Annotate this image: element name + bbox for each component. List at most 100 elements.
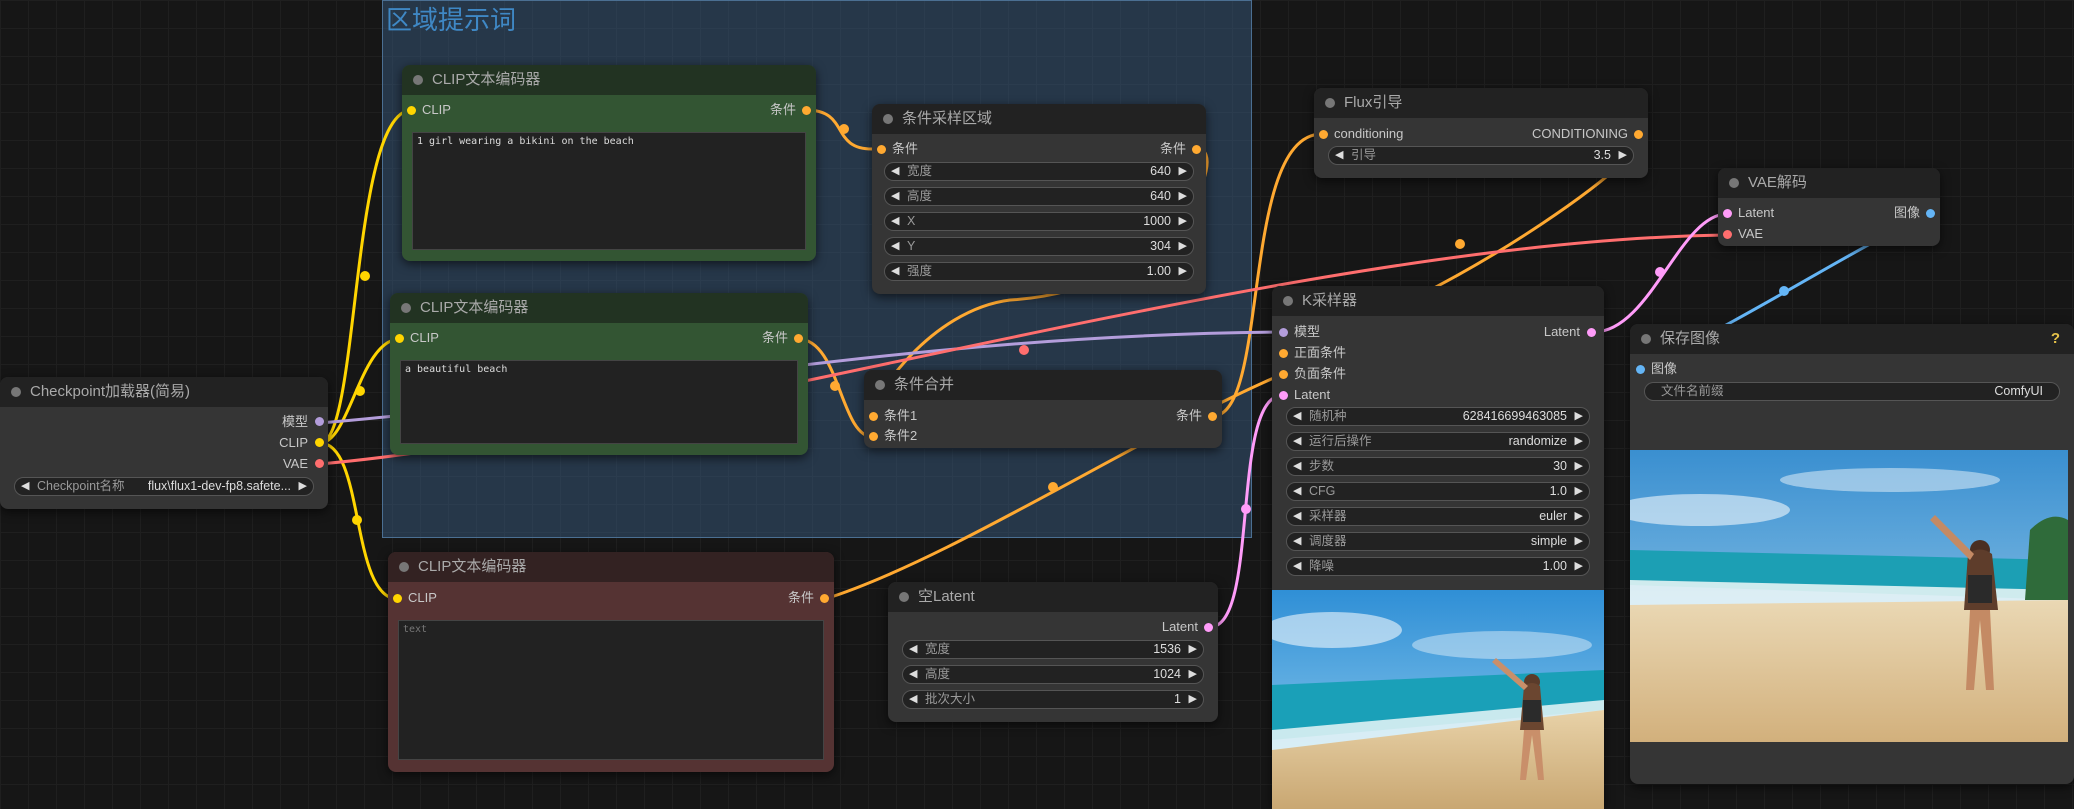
- input-vae-dot[interactable]: [1723, 230, 1732, 239]
- height-widget[interactable]: ◀ 高度 640 ▶: [884, 187, 1194, 206]
- x-widget[interactable]: ◀ X 1000 ▶: [884, 212, 1194, 231]
- output-latent[interactable]: Latent: [1162, 619, 1198, 635]
- sampler-widget[interactable]: ◀ 采样器 euler ▶: [1286, 507, 1590, 526]
- node-title[interactable]: CLIP文本编码器: [390, 293, 808, 323]
- help-icon[interactable]: ?: [2051, 324, 2060, 354]
- input-latent-dot[interactable]: [1723, 209, 1732, 218]
- steps-widget[interactable]: ◀ 步数 30 ▶: [1286, 457, 1590, 476]
- node-title[interactable]: 条件采样区域: [872, 104, 1206, 134]
- output-image-dot[interactable]: [1926, 209, 1935, 218]
- node-title[interactable]: CLIP文本编码器: [402, 65, 816, 95]
- arrow-right-icon[interactable]: ▶: [1189, 641, 1197, 658]
- output-clip[interactable]: CLIP: [279, 435, 308, 451]
- input-model-dot[interactable]: [1279, 328, 1288, 337]
- input-vae[interactable]: VAE: [1738, 226, 1763, 242]
- arrow-right-icon[interactable]: ▶: [299, 478, 307, 495]
- output-conditioning[interactable]: 条件: [762, 330, 788, 346]
- output-model[interactable]: 模型: [282, 414, 308, 430]
- prompt-textarea[interactable]: a beautiful beach: [400, 360, 798, 444]
- node-title[interactable]: Checkpoint加载器(简易): [0, 377, 328, 407]
- output-conditioning-dot[interactable]: [794, 334, 803, 343]
- width-widget[interactable]: ◀ 宽度 640 ▶: [884, 162, 1194, 181]
- arrow-right-icon[interactable]: ▶: [1189, 666, 1197, 683]
- input-conditioning-dot[interactable]: [877, 145, 886, 154]
- arrow-left-icon[interactable]: ◀: [909, 691, 917, 708]
- collapse-dot-icon[interactable]: [1325, 98, 1335, 108]
- collapse-dot-icon[interactable]: [413, 75, 423, 85]
- arrow-right-icon[interactable]: ▶: [1575, 533, 1583, 550]
- output-conditioning-dot[interactable]: [1192, 145, 1201, 154]
- output-latent-dot[interactable]: [1587, 328, 1596, 337]
- arrow-left-icon[interactable]: ◀: [1293, 433, 1301, 450]
- arrow-right-icon[interactable]: ▶: [1575, 458, 1583, 475]
- vae-decode-node[interactable]: VAE解码 Latent VAE 图像: [1718, 168, 1940, 246]
- collapse-dot-icon[interactable]: [899, 592, 909, 602]
- collapse-dot-icon[interactable]: [1641, 334, 1651, 344]
- input-conditioning1[interactable]: 条件1: [884, 408, 917, 424]
- arrow-left-icon[interactable]: ◀: [891, 163, 899, 180]
- output-latent-dot[interactable]: [1204, 623, 1213, 632]
- arrow-right-icon[interactable]: ▶: [1575, 433, 1583, 450]
- arrow-left-icon[interactable]: ◀: [891, 263, 899, 280]
- collapse-dot-icon[interactable]: [11, 387, 21, 397]
- ckpt-name-widget[interactable]: ◀ Checkpoint名称 flux\flux1-dev-fp8.safete…: [14, 477, 314, 496]
- collapse-dot-icon[interactable]: [875, 380, 885, 390]
- input-clip[interactable]: CLIP: [410, 330, 439, 346]
- arrow-right-icon[interactable]: ▶: [1179, 163, 1187, 180]
- node-title[interactable]: 空Latent: [888, 582, 1218, 612]
- node-title[interactable]: 保存图像 ?: [1630, 324, 2074, 354]
- arrow-right-icon[interactable]: ▶: [1575, 558, 1583, 575]
- input-clip[interactable]: CLIP: [408, 590, 437, 606]
- collapse-dot-icon[interactable]: [401, 303, 411, 313]
- clip-text-encoder-3[interactable]: CLIP文本编码器 CLIP 条件 text: [388, 552, 834, 772]
- input-latent-dot[interactable]: [1279, 391, 1288, 400]
- control-after-generate-widget[interactable]: ◀ 运行后操作 randomize ▶: [1286, 432, 1590, 451]
- arrow-right-icon[interactable]: ▶: [1179, 188, 1187, 205]
- empty-latent-node[interactable]: 空Latent Latent ◀ 宽度 1536 ▶ ◀ 高度 1024 ▶ ◀ 批次大小 1 ▶: [888, 582, 1218, 722]
- output-conditioning[interactable]: 条件: [770, 102, 796, 118]
- save-image-node[interactable]: 保存图像 ? 图像 文件名前缀 ComfyUI: [1630, 324, 2074, 784]
- arrow-left-icon[interactable]: ◀: [21, 478, 29, 495]
- input-image-dot[interactable]: [1636, 365, 1645, 374]
- input-conditioning2-dot[interactable]: [869, 432, 878, 441]
- node-title[interactable]: CLIP文本编码器: [388, 552, 834, 582]
- guidance-widget[interactable]: ◀ 引导 3.5 ▶: [1328, 146, 1634, 165]
- input-conditioning[interactable]: conditioning: [1334, 126, 1403, 142]
- output-vae[interactable]: VAE: [283, 456, 308, 472]
- output-conditioning-dot[interactable]: [1634, 130, 1643, 139]
- clip-text-encoder-1[interactable]: CLIP文本编码器 CLIP 条件 1 girl wearing a bikin…: [402, 65, 816, 261]
- y-widget[interactable]: ◀ Y 304 ▶: [884, 237, 1194, 256]
- arrow-left-icon[interactable]: ◀: [1293, 483, 1301, 500]
- output-conditioning-dot[interactable]: [802, 106, 811, 115]
- conditioning-combine-node[interactable]: 条件合并 条件1 条件2 条件: [864, 370, 1222, 448]
- output-model-dot[interactable]: [315, 417, 324, 426]
- input-positive[interactable]: 正面条件: [1294, 345, 1346, 361]
- output-image[interactable]: 图像: [1894, 205, 1920, 221]
- seed-widget[interactable]: ◀ 随机种 628416699463085 ▶: [1286, 407, 1590, 426]
- node-title[interactable]: 条件合并: [864, 370, 1222, 400]
- input-latent[interactable]: Latent: [1294, 387, 1330, 403]
- arrow-left-icon[interactable]: ◀: [909, 666, 917, 683]
- denoise-widget[interactable]: ◀ 降噪 1.00 ▶: [1286, 557, 1590, 576]
- arrow-right-icon[interactable]: ▶: [1179, 238, 1187, 255]
- width-widget[interactable]: ◀ 宽度 1536 ▶: [902, 640, 1204, 659]
- node-title[interactable]: Flux引导: [1314, 88, 1648, 118]
- ksampler-node[interactable]: K采样器 模型 正面条件 负面条件 Latent Latent ◀ 随机种 6284…: [1272, 286, 1604, 809]
- arrow-left-icon[interactable]: ◀: [1293, 408, 1301, 425]
- arrow-left-icon[interactable]: ◀: [1335, 147, 1343, 164]
- input-positive-dot[interactable]: [1279, 349, 1288, 358]
- flux-guidance-node[interactable]: Flux引导 conditioning CONDITIONING ◀ 引导 3.5 ▶: [1314, 88, 1648, 178]
- arrow-left-icon[interactable]: ◀: [891, 238, 899, 255]
- node-title[interactable]: VAE解码: [1718, 168, 1940, 198]
- input-negative[interactable]: 负面条件: [1294, 366, 1346, 382]
- node-title[interactable]: K采样器: [1272, 286, 1604, 316]
- output-conditioning[interactable]: 条件: [1176, 408, 1202, 424]
- input-clip-dot[interactable]: [407, 106, 416, 115]
- arrow-left-icon[interactable]: ◀: [1293, 533, 1301, 550]
- output-conditioning-dot[interactable]: [820, 594, 829, 603]
- input-conditioning1-dot[interactable]: [869, 412, 878, 421]
- arrow-right-icon[interactable]: ▶: [1575, 483, 1583, 500]
- arrow-right-icon[interactable]: ▶: [1619, 147, 1627, 164]
- input-negative-dot[interactable]: [1279, 370, 1288, 379]
- input-conditioning-dot[interactable]: [1319, 130, 1328, 139]
